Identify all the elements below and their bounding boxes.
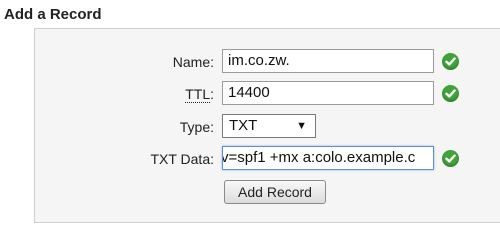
type-select[interactable]: TXT ▼	[222, 114, 316, 138]
ttl-input[interactable]: 14400	[222, 81, 434, 105]
ttl-label-group: TTL:	[185, 81, 214, 107]
name-row: Name: im.co.zw.	[0, 49, 500, 75]
txt-data-row: TXT Data: v=spf1 +mx a:colo.example.c	[0, 146, 500, 172]
check-circle-icon	[442, 53, 459, 70]
ttl-colon: :	[210, 86, 214, 102]
type-label: Type:	[179, 119, 214, 135]
txt-data-input[interactable]: v=spf1 +mx a:colo.example.c	[222, 146, 434, 170]
check-circle-icon	[442, 150, 459, 167]
type-row: Type: TXT ▼	[0, 114, 500, 140]
check-circle-icon	[442, 85, 459, 102]
type-select-value: TXT	[229, 117, 258, 134]
triangle-down-icon: ▼	[296, 120, 307, 132]
txt-data-label: TXT Data:	[150, 151, 214, 167]
form-title: Add a Record	[4, 6, 102, 23]
ttl-row: TTL: 14400	[0, 81, 500, 107]
ttl-label: TTL	[185, 86, 211, 103]
name-label: Name:	[172, 54, 214, 70]
name-input[interactable]: im.co.zw.	[222, 49, 434, 73]
add-record-button[interactable]: Add Record	[224, 180, 326, 204]
